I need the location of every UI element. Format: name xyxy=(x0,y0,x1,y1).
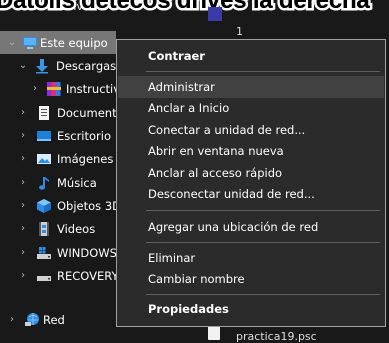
menu-item-administrar[interactable]: Administrar xyxy=(118,76,384,98)
chevron-right-icon[interactable]: › xyxy=(7,314,17,325)
nav-item-objetos-3d[interactable]: › Objetos 3D xyxy=(0,194,116,217)
pictures-icon xyxy=(36,151,52,167)
menu-item-cambiar-nombre[interactable]: Cambiar nombre xyxy=(118,268,384,290)
chevron-right-icon[interactable]: › xyxy=(18,177,28,188)
drive-icon xyxy=(36,268,52,284)
menu-separator xyxy=(146,294,380,295)
menu-item-label: Contraer xyxy=(148,49,205,63)
desktop-icon xyxy=(36,128,52,144)
menu-item-eliminar[interactable]: Eliminar xyxy=(118,247,384,269)
3d-objects-icon xyxy=(36,198,52,214)
nav-item-label: RECOVERY xyxy=(57,268,116,283)
nav-item-descargas[interactable]: ⌄ Descargas xyxy=(0,54,116,77)
menu-item-label: Agregar una ubicación de red xyxy=(148,220,319,234)
menu-item-label: Conectar a unidad de red... xyxy=(148,123,306,137)
nav-item-videos[interactable]: › Videos xyxy=(0,217,116,240)
chevron-right-icon[interactable]: › xyxy=(18,200,28,211)
menu-separator xyxy=(146,210,380,211)
file-name[interactable]: practica19.psc xyxy=(236,330,317,343)
menu-item-label: Propiedades xyxy=(148,302,229,316)
nav-item-label: Documentos xyxy=(57,105,116,120)
chevron-right-icon[interactable]: › xyxy=(18,153,28,164)
nav-item-documentos[interactable]: › Documentos xyxy=(0,101,116,124)
navigation-pane: ⌄ Este equipo ⌄ Descargas › Instructivo … xyxy=(0,21,116,339)
nav-item-recovery[interactable]: › RECOVERY xyxy=(0,264,116,287)
overlay-caption: Datolis detecos drives la derecha xyxy=(0,0,370,14)
nav-item-label: WINDOWS xyxy=(57,245,116,260)
chevron-right-icon[interactable]: › xyxy=(18,223,28,234)
chevron-down-icon[interactable]: ⌄ xyxy=(18,60,28,71)
nav-item-label: Música xyxy=(57,175,97,190)
chevron-right-icon[interactable]: › xyxy=(18,270,28,281)
file-icon[interactable] xyxy=(208,7,222,21)
document-icon xyxy=(36,105,52,121)
menu-item-label: Anclar al acceso rápido xyxy=(148,166,283,180)
nav-item-label: Descargas xyxy=(56,58,116,73)
context-menu: Contraer Administrar Anclar a Inicio Con… xyxy=(116,39,386,327)
file-name[interactable]: 1 xyxy=(236,25,243,38)
nav-item-label: Red xyxy=(43,312,65,327)
chevron-down-icon[interactable]: ⌄ xyxy=(7,37,17,48)
menu-item-anclar-acceso-rapido[interactable]: Anclar al acceso rápido xyxy=(118,162,384,184)
computer-icon xyxy=(22,35,38,51)
menu-item-label: Anclar a Inicio xyxy=(148,101,230,115)
network-icon xyxy=(24,312,40,328)
nav-item-label: Este equipo xyxy=(40,35,108,50)
nav-item-imagenes[interactable]: › Imágenes xyxy=(0,147,116,170)
menu-item-label: Cambiar nombre xyxy=(148,272,245,286)
nav-item-musica[interactable]: › Música xyxy=(0,171,116,194)
nav-item-label: Escritorio xyxy=(57,128,112,143)
nav-item-label: Videos xyxy=(57,221,96,236)
nav-item-label: Imágenes xyxy=(57,151,114,166)
download-arrow-icon xyxy=(34,58,50,74)
nav-item-label: Instructivo xyxy=(66,81,116,96)
title-overlay-strip: OneDrive Datolis detecos drives la derec… xyxy=(0,0,389,21)
menu-item-label: Abrir en ventana nueva xyxy=(148,144,284,158)
winrar-archive-icon xyxy=(46,81,62,97)
menu-item-agregar-ubicacion-red[interactable]: Agregar una ubicación de red xyxy=(118,216,384,238)
chevron-right-icon[interactable]: › xyxy=(30,83,40,94)
menu-separator xyxy=(146,71,380,72)
menu-item-desconectar-unidad-red[interactable]: Desconectar unidad de red... xyxy=(118,183,384,205)
menu-item-label: Desconectar unidad de red... xyxy=(148,187,315,201)
chevron-right-icon[interactable]: › xyxy=(18,130,28,141)
menu-separator xyxy=(146,242,380,243)
nav-item-red[interactable]: › Red xyxy=(0,308,116,331)
chevron-right-icon[interactable]: › xyxy=(18,107,28,118)
windows-drive-icon xyxy=(36,245,52,261)
nav-item-instructivo[interactable]: › Instructivo xyxy=(0,77,116,100)
nav-item-escritorio[interactable]: › Escritorio xyxy=(0,124,116,147)
menu-item-label: Eliminar xyxy=(148,251,196,265)
menu-item-propiedades[interactable]: Propiedades xyxy=(118,298,384,320)
menu-item-label: Administrar xyxy=(148,80,215,94)
menu-item-anclar-inicio[interactable]: Anclar a Inicio xyxy=(118,97,384,119)
chevron-right-icon[interactable]: › xyxy=(18,247,28,258)
menu-item-contraer[interactable]: Contraer xyxy=(118,45,384,67)
music-note-icon xyxy=(36,175,52,191)
video-icon xyxy=(36,221,52,237)
nav-item-label: Objetos 3D xyxy=(57,198,116,213)
menu-item-conectar-unidad-red[interactable]: Conectar a unidad de red... xyxy=(118,119,384,141)
file-icon[interactable] xyxy=(208,326,220,340)
nav-item-este-equipo[interactable]: ⌄ Este equipo xyxy=(0,31,116,54)
nav-item-windows[interactable]: › WINDOWS xyxy=(0,241,116,264)
menu-item-abrir-ventana-nueva[interactable]: Abrir en ventana nueva xyxy=(118,140,384,162)
